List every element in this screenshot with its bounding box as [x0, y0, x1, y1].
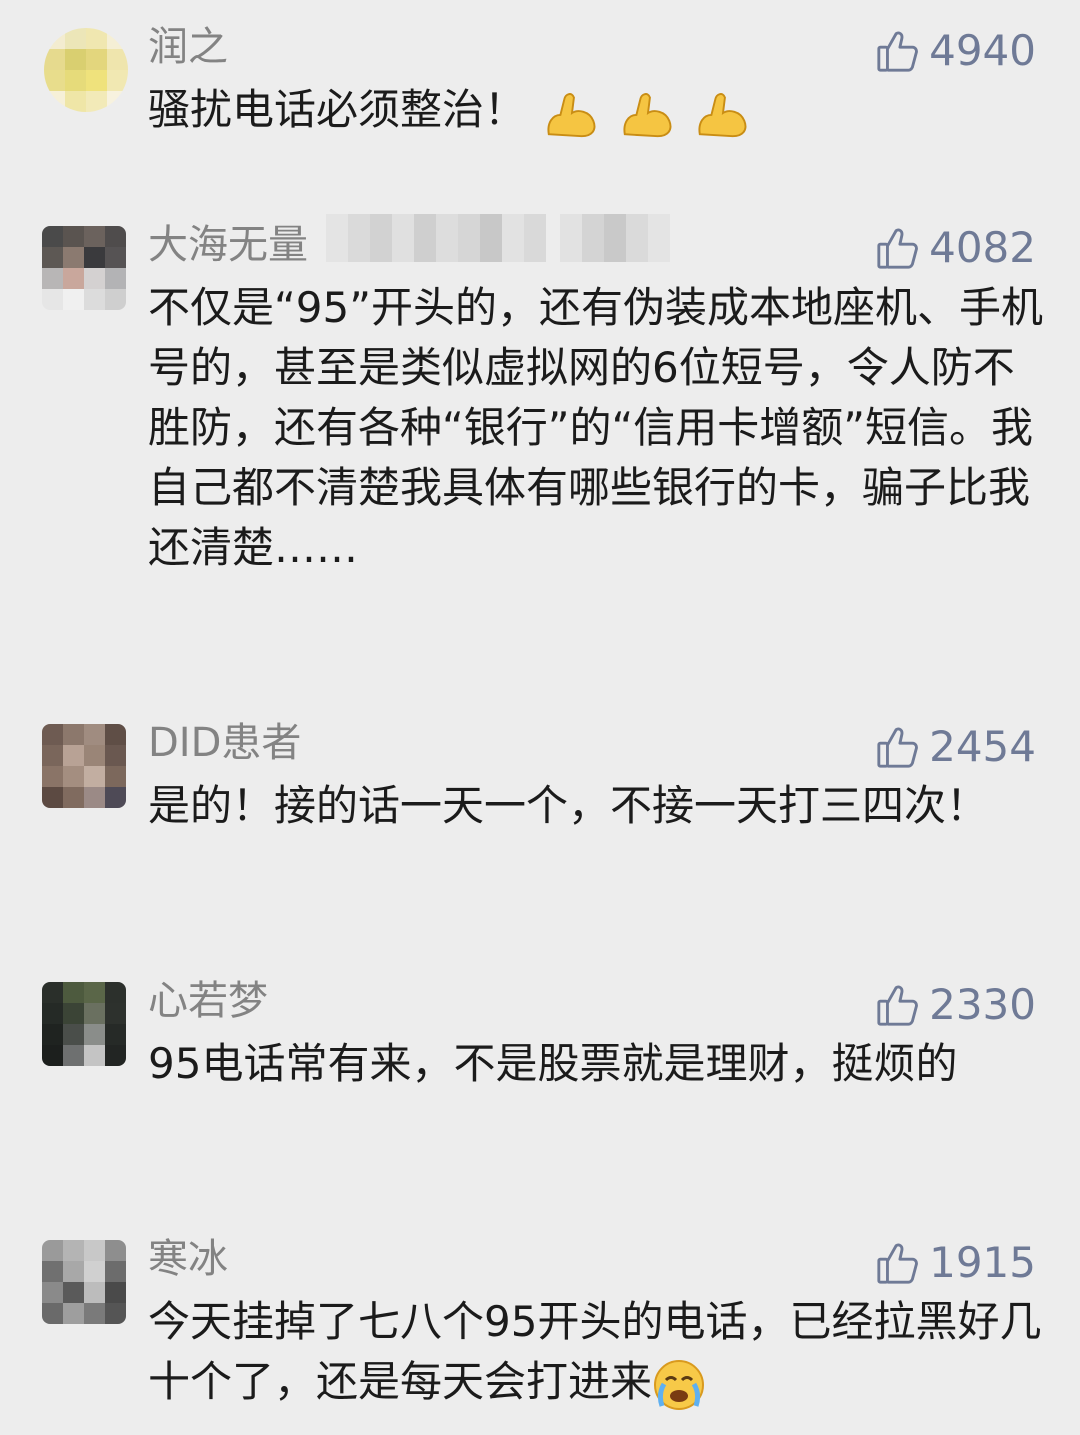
avatar[interactable] — [42, 1240, 126, 1324]
like-count: 2454 — [929, 722, 1036, 771]
username[interactable]: 寒冰 — [148, 1234, 228, 1284]
comment-body: 今天挂掉了七八个95开头的电话，已经拉黑好几十个了，还是每天会打进来 — [148, 1297, 1042, 1406]
comment-text: 骚扰电话必须整治！ — [148, 80, 1043, 141]
comment-body: 不仅是“95”开头的，还有伪装成本地座机、手机号的，甚至是类似虚拟网的6位短号，… — [148, 283, 1043, 572]
blurred-name-suffix — [326, 214, 546, 262]
avatar[interactable] — [42, 226, 126, 310]
thumbs-up-icon — [877, 31, 918, 72]
blurred-name-suffix — [560, 214, 670, 262]
comment-text: 今天挂掉了七八个95开头的电话，已经拉黑好几十个了，还是每天会打进来 — [148, 1292, 1043, 1412]
comment-body: 骚扰电话必须整治！ — [148, 85, 527, 134]
avatar[interactable] — [42, 982, 126, 1066]
avatar[interactable] — [44, 28, 128, 112]
like-count: 4082 — [929, 223, 1036, 272]
thumbs-up-icon — [877, 985, 918, 1026]
comment-text: 是的！接的话一天一个，不接一天打三四次！ — [148, 776, 1043, 836]
avatar[interactable] — [42, 724, 126, 808]
comment-text: 95电话常有来，不是股票就是理财，挺烦的 — [148, 1034, 1043, 1094]
comment-text: 不仅是“95”开头的，还有伪装成本地座机、手机号的，甚至是类似虚拟网的6位短号，… — [148, 278, 1043, 578]
comment-body: 95电话常有来，不是股票就是理财，挺烦的 — [148, 1039, 958, 1088]
username[interactable]: DID患者 — [148, 718, 301, 768]
like-button[interactable]: 4082 — [875, 223, 1036, 273]
username[interactable]: 润之 — [148, 22, 228, 72]
thumbs-up-icon — [877, 1243, 918, 1284]
thumbs-up-icon — [877, 228, 918, 269]
loudly-crying-face-icon — [654, 1359, 705, 1410]
like-button[interactable]: 2454 — [875, 722, 1036, 772]
thumbs-up-icon — [877, 727, 918, 768]
like-button[interactable]: 2330 — [875, 980, 1036, 1030]
like-count: 1915 — [929, 1238, 1036, 1287]
flexed-biceps-icon — [539, 85, 752, 137]
like-count: 2330 — [929, 980, 1036, 1029]
like-button[interactable]: 4940 — [875, 26, 1036, 76]
username[interactable]: 大海无量 — [148, 220, 308, 270]
like-button[interactable]: 1915 — [875, 1238, 1036, 1288]
comment-body: 是的！接的话一天一个，不接一天打三四次！ — [148, 781, 989, 830]
username[interactable]: 心若梦 — [148, 976, 268, 1026]
like-count: 4940 — [929, 26, 1036, 75]
